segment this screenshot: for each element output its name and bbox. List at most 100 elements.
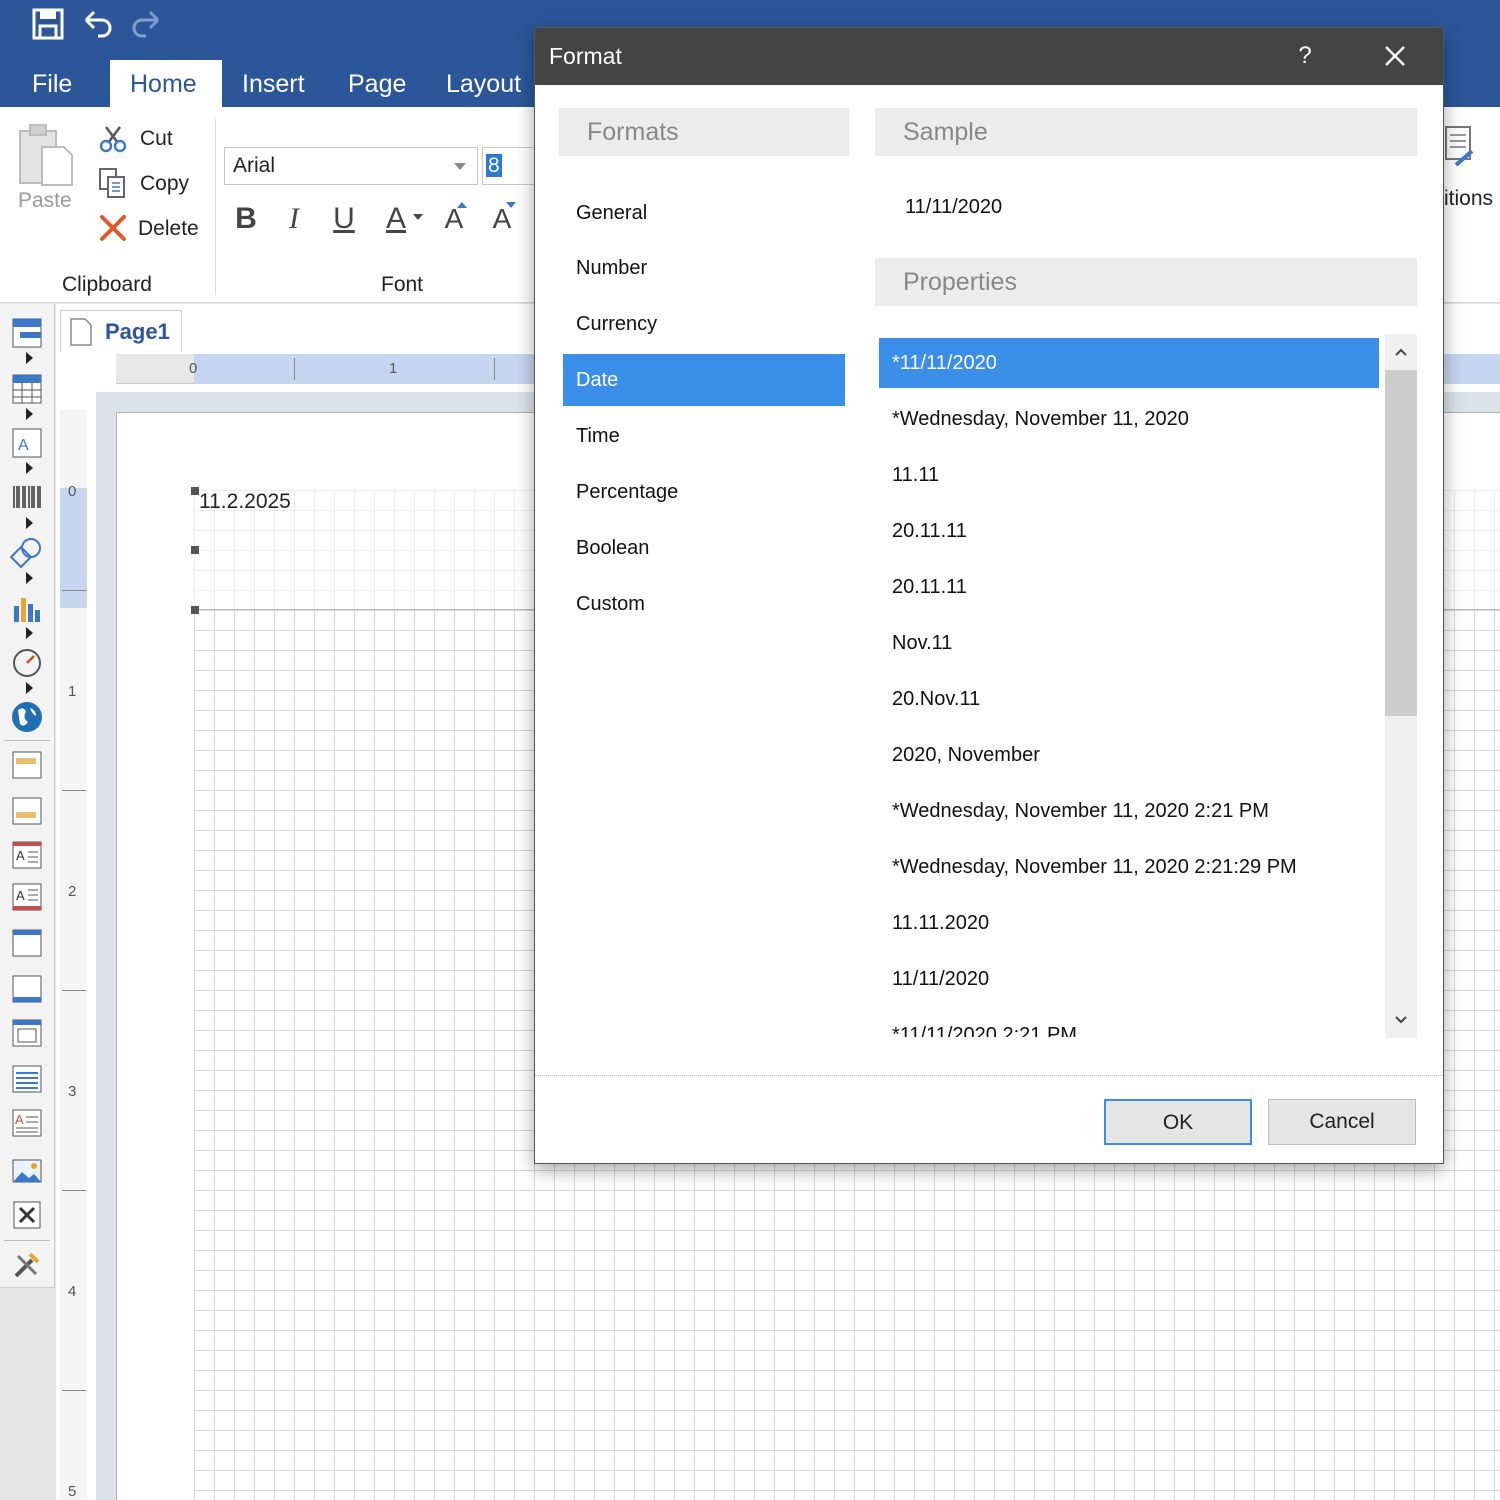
property-item[interactable]: 11.11 bbox=[879, 450, 1379, 500]
page-footer-icon[interactable] bbox=[10, 794, 44, 828]
bold-button[interactable]: B bbox=[226, 199, 266, 239]
ruler-tick bbox=[62, 990, 86, 991]
format-item-time[interactable]: Time bbox=[563, 410, 845, 462]
shapes-icon[interactable] bbox=[10, 536, 44, 570]
resize-handle[interactable] bbox=[191, 487, 199, 495]
tab-home[interactable]: Home bbox=[110, 60, 222, 107]
group-band-icon[interactable] bbox=[10, 1016, 44, 1050]
scroll-down-icon[interactable] bbox=[1393, 1012, 1409, 1028]
format-item-boolean[interactable]: Boolean bbox=[563, 522, 845, 574]
paste-button[interactable]: Paste bbox=[18, 189, 72, 213]
svg-text:A: A bbox=[16, 848, 25, 863]
resize-handle[interactable] bbox=[191, 546, 199, 554]
ruler-tick-label: 3 bbox=[68, 1083, 77, 1100]
help-button[interactable]: ? bbox=[1287, 38, 1323, 74]
ruler-tick bbox=[62, 590, 86, 591]
expand-arrow-icon[interactable] bbox=[26, 572, 33, 584]
report-title-icon[interactable]: A bbox=[10, 838, 44, 872]
font-size-input[interactable]: 8 bbox=[482, 147, 542, 185]
grow-font-button[interactable]: A bbox=[434, 199, 474, 239]
expand-arrow-icon[interactable] bbox=[26, 517, 33, 529]
expand-arrow-icon[interactable] bbox=[26, 352, 33, 364]
property-item[interactable]: 20.Nov.11 bbox=[879, 674, 1379, 724]
format-item-percentage[interactable]: Percentage bbox=[563, 466, 845, 518]
dialog-title: Format bbox=[549, 43, 622, 69]
save-icon[interactable] bbox=[30, 6, 66, 42]
scrollbar[interactable] bbox=[1385, 334, 1417, 1038]
format-item-general[interactable]: General bbox=[563, 187, 845, 239]
sample-value: 11/11/2020 bbox=[905, 196, 1003, 218]
formats-header: Formats bbox=[559, 108, 849, 156]
resize-handle[interactable] bbox=[191, 606, 199, 614]
conditions-icon[interactable] bbox=[1442, 125, 1476, 179]
format-item-date[interactable]: Date bbox=[563, 354, 845, 406]
toolbox-separator bbox=[4, 1240, 50, 1241]
tab-layout[interactable]: Layout bbox=[426, 60, 541, 107]
scissors-icon bbox=[99, 126, 127, 153]
table-icon[interactable] bbox=[10, 372, 44, 406]
ruler-tick bbox=[62, 1190, 86, 1191]
expand-arrow-icon[interactable] bbox=[26, 408, 33, 420]
band-icon[interactable] bbox=[10, 316, 44, 350]
tab-insert[interactable]: Insert bbox=[222, 60, 325, 107]
format-item-currency[interactable]: Currency bbox=[563, 298, 845, 350]
redo-icon[interactable] bbox=[128, 6, 164, 42]
text-box-icon[interactable]: A bbox=[10, 1106, 44, 1140]
tab-page[interactable]: Page bbox=[328, 60, 426, 107]
image-icon[interactable] bbox=[10, 1154, 44, 1188]
tab-file[interactable]: File bbox=[12, 60, 92, 107]
page-tab[interactable]: Page1 bbox=[60, 310, 182, 352]
italic-button[interactable]: I bbox=[274, 199, 314, 239]
undo-icon[interactable] bbox=[80, 6, 116, 42]
dialog-title-bar[interactable]: Format ? bbox=[535, 28, 1443, 85]
underline-button[interactable]: U bbox=[324, 199, 364, 239]
property-item[interactable]: *Wednesday, November 11, 2020 2:21 PM bbox=[879, 786, 1379, 836]
report-summary-icon[interactable]: A bbox=[10, 880, 44, 914]
data-band-icon[interactable] bbox=[10, 1062, 44, 1096]
expand-arrow-icon[interactable] bbox=[26, 627, 33, 639]
property-item[interactable]: *11/11/2020 2:21 PM bbox=[879, 1010, 1379, 1037]
cut-button[interactable]: Cut bbox=[140, 127, 173, 151]
format-item-custom[interactable]: Custom bbox=[563, 578, 845, 630]
ok-button[interactable]: OK bbox=[1104, 1099, 1252, 1145]
conditions-button-label[interactable]: itions bbox=[1444, 187, 1493, 211]
property-item[interactable]: 11/11/2020 bbox=[879, 954, 1379, 1004]
expand-arrow-icon[interactable] bbox=[26, 462, 33, 474]
font-group-label: Font bbox=[381, 273, 424, 296]
scroll-up-icon[interactable] bbox=[1393, 344, 1409, 360]
footer-band-icon[interactable] bbox=[10, 972, 44, 1006]
map-icon[interactable] bbox=[10, 700, 44, 734]
chart-icon[interactable] bbox=[10, 592, 44, 626]
property-item[interactable]: 20.11.11 bbox=[879, 506, 1379, 556]
page-tab-label: Page1 bbox=[105, 319, 170, 344]
close-icon[interactable] bbox=[1377, 38, 1413, 74]
ruler-tick bbox=[62, 790, 86, 791]
paste-icon[interactable] bbox=[16, 121, 76, 189]
report-textbox[interactable]: 11.2.2025 bbox=[199, 490, 291, 514]
cancel-button[interactable]: Cancel bbox=[1268, 1099, 1416, 1145]
barcode-icon[interactable] bbox=[10, 482, 44, 516]
page-header-icon[interactable] bbox=[10, 748, 44, 782]
properties-list: *11/11/2020 *Wednesday, November 11, 202… bbox=[879, 335, 1417, 1037]
format-item-number[interactable]: Number bbox=[563, 242, 845, 294]
copy-button[interactable]: Copy bbox=[140, 172, 189, 196]
check-box-icon[interactable] bbox=[10, 1198, 44, 1232]
property-item[interactable]: 20.11.11 bbox=[879, 562, 1379, 612]
scroll-thumb[interactable] bbox=[1385, 370, 1417, 716]
font-color-dropdown-icon[interactable] bbox=[412, 213, 424, 221]
font-family-select[interactable]: Arial bbox=[224, 147, 478, 185]
property-item[interactable]: Nov.11 bbox=[879, 618, 1379, 668]
property-item[interactable]: *11/11/2020 bbox=[879, 338, 1379, 388]
vertical-ruler: 0 1 2 3 4 5 bbox=[60, 410, 87, 1500]
gauge-icon[interactable] bbox=[10, 646, 44, 680]
header-band-icon[interactable] bbox=[10, 926, 44, 960]
property-item[interactable]: *Wednesday, November 11, 2020 2:21:29 PM bbox=[879, 842, 1379, 892]
property-item[interactable]: *Wednesday, November 11, 2020 bbox=[879, 394, 1379, 444]
tools-icon[interactable] bbox=[10, 1248, 44, 1282]
delete-button[interactable]: Delete bbox=[138, 217, 199, 241]
font-color-button[interactable]: A bbox=[376, 199, 416, 239]
expand-arrow-icon[interactable] bbox=[26, 682, 33, 694]
text-icon[interactable]: A bbox=[10, 426, 44, 460]
property-item[interactable]: 2020, November bbox=[879, 730, 1379, 780]
property-item[interactable]: 11.11.2020 bbox=[879, 898, 1379, 948]
